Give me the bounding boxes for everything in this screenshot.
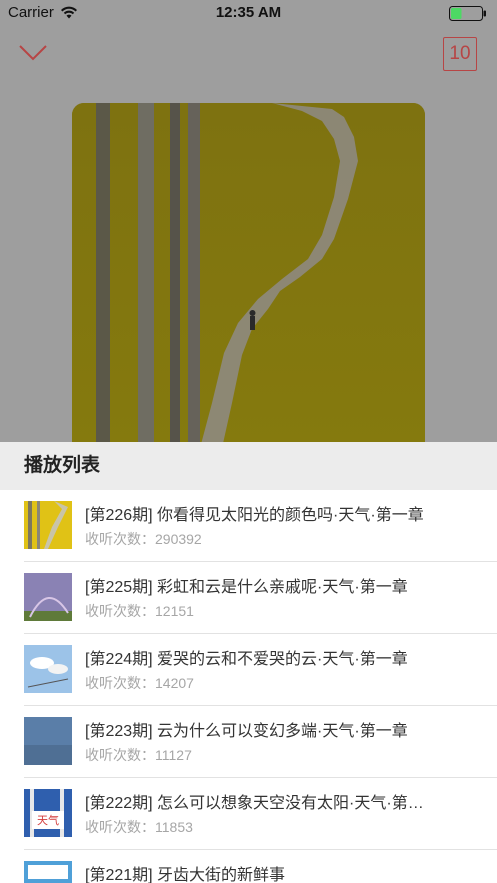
- playlist-count-badge[interactable]: 10: [443, 37, 477, 71]
- play-count: 收听次数：290392: [85, 531, 202, 547]
- episode-title: [第225期] 彩虹和云是什么亲戚呢·天气·第一章: [85, 579, 408, 596]
- list-item[interactable]: [第221期] 牙齿大街的新鲜事: [24, 850, 497, 883]
- episode-title: [第226期] 你看得见太阳光的颜色吗·天气·第一章: [85, 507, 424, 524]
- list-item[interactable]: 天气 [第222期] 怎么可以想象天空没有太阳·天气·第… 收听次数：11853: [24, 778, 497, 850]
- episode-thumbnail: [24, 573, 72, 621]
- episode-thumbnail: [24, 717, 72, 765]
- episode-thumbnail: [24, 861, 72, 883]
- chevron-down-icon[interactable]: [18, 40, 48, 64]
- playlist-list: [第226期] 你看得见太阳光的颜色吗·天气·第一章 收听次数：290392 […: [0, 490, 497, 883]
- clock: 12:35 AM: [215, 4, 282, 21]
- episode-title: [第223期] 云为什么可以变幻多端·天气·第一章: [85, 723, 408, 740]
- episode-title: [第221期] 牙齿大街的新鲜事: [85, 867, 286, 883]
- episode-thumbnail: [24, 645, 72, 693]
- episode-thumbnail: [24, 501, 72, 549]
- play-count: 收听次数：11127: [85, 747, 192, 763]
- playlist-title: 播放列表: [0, 442, 497, 490]
- list-item[interactable]: [第225期] 彩虹和云是什么亲戚呢·天气·第一章 收听次数：12151: [24, 562, 497, 634]
- list-item[interactable]: [第224期] 爱哭的云和不爱哭的云·天气·第一章 收听次数：14207: [24, 634, 497, 706]
- play-count: 收听次数：14207: [85, 675, 194, 691]
- book-cover-label: 天气: [37, 813, 59, 827]
- play-count: 收听次数：12151: [85, 603, 194, 619]
- cover-art: [72, 103, 425, 448]
- status-bar: Carrier 12:35 AM: [0, 0, 497, 26]
- list-item[interactable]: [第223期] 云为什么可以变幻多端·天气·第一章 收听次数：11127: [24, 706, 497, 778]
- playlist-sheet: 播放列表 [第226期] 你看得见太阳光的颜色吗·天气·第一章 收听次数：290…: [0, 442, 497, 883]
- play-count: 收听次数：11853: [85, 819, 193, 835]
- battery-icon: [449, 6, 486, 21]
- episode-title: [第222期] 怎么可以想象天空没有太阳·天气·第…: [85, 795, 424, 812]
- episode-thumbnail: 天气: [24, 789, 72, 837]
- list-item[interactable]: [第226期] 你看得见太阳光的颜色吗·天气·第一章 收听次数：290392: [24, 490, 497, 562]
- episode-title: [第224期] 爱哭的云和不爱哭的云·天气·第一章: [85, 651, 408, 668]
